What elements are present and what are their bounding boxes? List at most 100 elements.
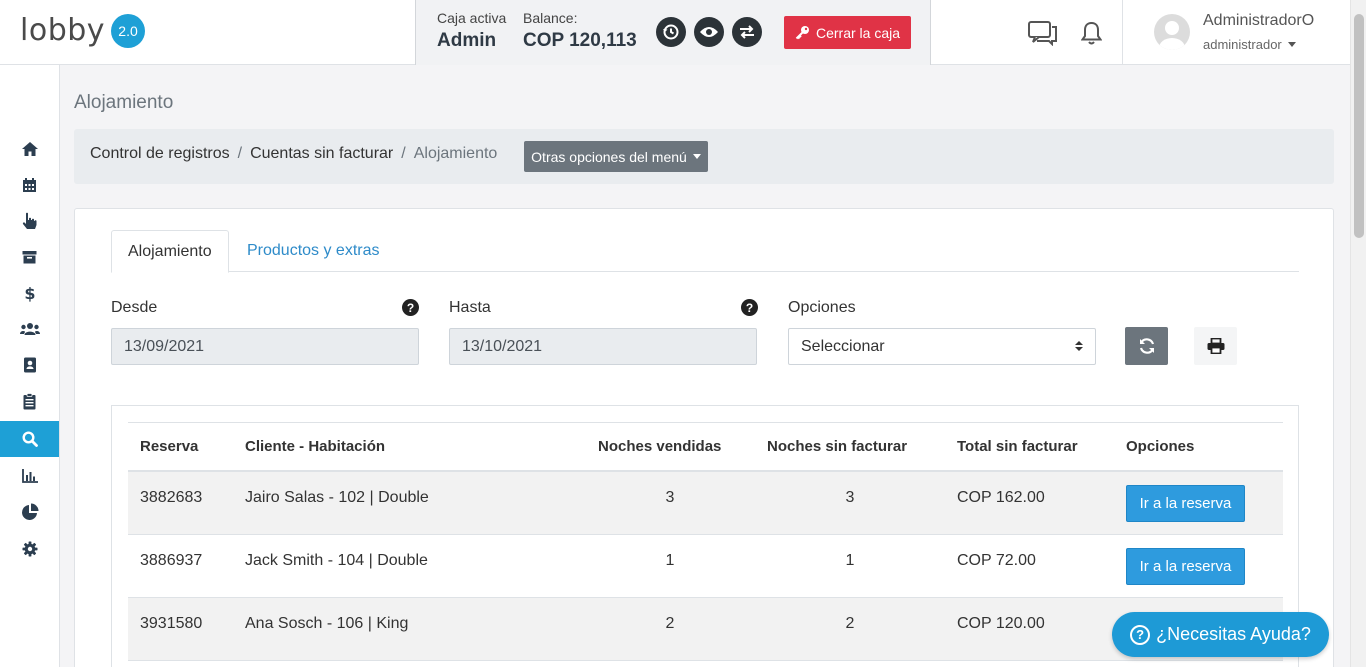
options-select-value: Seleccionar (801, 337, 885, 355)
from-date-field[interactable]: 13/09/2021 (111, 328, 419, 365)
sidebar-item-statistics[interactable] (0, 458, 59, 494)
sidebar-item-search[interactable] (0, 421, 59, 457)
user-name: AdministradorO (1203, 12, 1315, 29)
bell-icon (1080, 21, 1103, 45)
sidebar-item-archive[interactable] (0, 239, 59, 275)
close-cash-button[interactable]: Cerrar la caja (784, 16, 911, 49)
to-help-icon[interactable]: ? (741, 299, 758, 316)
logo-text: lobby (20, 13, 106, 48)
cell-total-unbilled: COP 72.00 (957, 552, 1036, 569)
chevron-down-icon (1287, 42, 1296, 47)
options-select[interactable]: Seleccionar (788, 328, 1096, 365)
help-button[interactable]: ? ¿Necesitas Ayuda? (1112, 612, 1329, 657)
archive-icon (22, 251, 37, 264)
active-cash-value: Admin (437, 30, 497, 51)
refresh-button[interactable] (1125, 327, 1168, 365)
sidebar-item-reports[interactable] (0, 383, 59, 419)
user-role[interactable]: administrador (1203, 37, 1296, 52)
calendar-icon (23, 178, 36, 192)
page-scrollbar[interactable] (1350, 0, 1366, 667)
chat-icon (1028, 21, 1057, 47)
history-button[interactable] (656, 17, 686, 47)
breadcrumb-item-unbilled[interactable]: Cuentas sin facturar (250, 145, 393, 163)
close-cash-label: Cerrar la caja (815, 24, 901, 41)
print-button[interactable] (1194, 327, 1237, 365)
breadcrumb: Control de registros / Cuentas sin factu… (90, 145, 497, 163)
cell-nights-sold: 2 (665, 615, 675, 632)
col-header-client-room: Cliente - Habitación (245, 438, 386, 455)
go-to-reservation-button[interactable]: Ir a la reserva (1126, 548, 1245, 585)
to-date-field[interactable]: 13/10/2021 (449, 328, 757, 365)
transfer-button[interactable] (732, 17, 762, 47)
chevron-down-icon (692, 154, 701, 159)
bar-chart-icon (21, 469, 38, 483)
cell-nights-unbilled: 1 (845, 552, 855, 569)
print-icon (1207, 338, 1224, 354)
messages-button[interactable] (1028, 20, 1058, 51)
tab-accommodation[interactable]: Alojamiento (111, 230, 229, 273)
col-header-reservation: Reserva (140, 438, 199, 455)
from-label: Desde (111, 299, 158, 316)
cell-client-room: Jack Smith - 104 | Double (245, 552, 428, 569)
active-cash-label: Caja activa (437, 10, 507, 26)
tab-products-extras[interactable]: Productos y extras (231, 230, 396, 272)
table-row: 3882683 Jairo Salas - 102 | Double 3 3 C… (128, 472, 1283, 535)
eye-icon (700, 27, 718, 37)
logo[interactable]: lobby 2.0 (20, 13, 146, 48)
cell-total-unbilled: COP 120.00 (957, 615, 1045, 632)
avatar (1154, 14, 1190, 50)
cell-nights-sold: 1 (665, 552, 675, 569)
dollar-icon: $ (24, 284, 35, 302)
breadcrumb-item-records[interactable]: Control de registros (90, 145, 230, 163)
clipboard-icon (23, 392, 36, 409)
balance-value: COP 120,113 (523, 30, 637, 51)
cell-client-room: Jairo Salas - 102 | Double (245, 489, 429, 506)
history-icon (663, 24, 679, 40)
cell-nights-unbilled: 3 (845, 489, 855, 506)
pie-chart-icon (21, 503, 38, 520)
other-options-label: Otras opciones del menú (531, 148, 687, 165)
col-header-options: Opciones (1126, 438, 1195, 455)
svg-text:$: $ (24, 284, 35, 302)
user-menu[interactable]: AdministradorO administrador (1122, 0, 1350, 65)
address-book-icon (23, 357, 36, 373)
sidebar-item-contacts[interactable] (0, 347, 59, 383)
sidebar-item-guests[interactable] (0, 311, 59, 347)
sidebar-item-checkin[interactable] (0, 203, 59, 239)
sidebar-item-calendar[interactable] (0, 167, 59, 203)
breadcrumb-item-current: Alojamiento (413, 145, 498, 162)
exchange-icon (740, 25, 754, 39)
cell-nights-sold: 3 (665, 489, 675, 506)
user-role-label: administrador (1203, 37, 1282, 52)
main-card: Alojamiento Productos y extras Desde ? 1… (74, 208, 1334, 667)
breadcrumb-separator: / (237, 145, 243, 162)
tabs: Alojamiento Productos y extras (111, 230, 1299, 273)
col-header-nights-unbilled: Noches sin facturar (767, 438, 908, 455)
sidebar-item-home[interactable] (0, 131, 59, 167)
col-header-total-unbilled: Total sin facturar (957, 438, 1078, 455)
other-options-button[interactable]: Otras opciones del menú (524, 141, 708, 172)
unbilled-table: Reserva Cliente - Habitación Noches vend… (128, 422, 1283, 661)
view-button[interactable] (694, 17, 724, 47)
balance: Balance: COP 120,113 (523, 10, 637, 52)
sidebar: $ (0, 65, 60, 667)
cell-reservation: 3882683 (140, 489, 203, 506)
balance-label: Balance: (523, 10, 578, 26)
cell-reservation: 3931580 (140, 615, 203, 632)
help-button-label: ¿Necesitas Ayuda? (1156, 624, 1311, 644)
cell-client-room: Ana Sosch - 106 | King (245, 615, 409, 632)
go-to-reservation-button[interactable]: Ir a la reserva (1126, 485, 1245, 522)
notifications-button[interactable] (1080, 21, 1103, 50)
table-row: 3931580 Ana Sosch - 106 | King 2 2 COP 1… (128, 598, 1283, 661)
users-icon (19, 323, 40, 335)
breadcrumb-bar: Control de registros / Cuentas sin factu… (74, 129, 1334, 184)
table-row: 3886937 Jack Smith - 104 | Double 1 1 CO… (128, 535, 1283, 598)
sidebar-item-payments[interactable]: $ (0, 275, 59, 311)
page-title: Alojamiento (74, 92, 174, 113)
scrollbar-thumb[interactable] (1354, 14, 1364, 238)
from-help-icon[interactable]: ? (402, 299, 419, 316)
sidebar-item-analytics[interactable] (0, 494, 59, 530)
active-cash: Caja activa Admin (437, 10, 506, 52)
sidebar-item-settings[interactable] (0, 531, 59, 567)
gear-icon (22, 541, 37, 557)
